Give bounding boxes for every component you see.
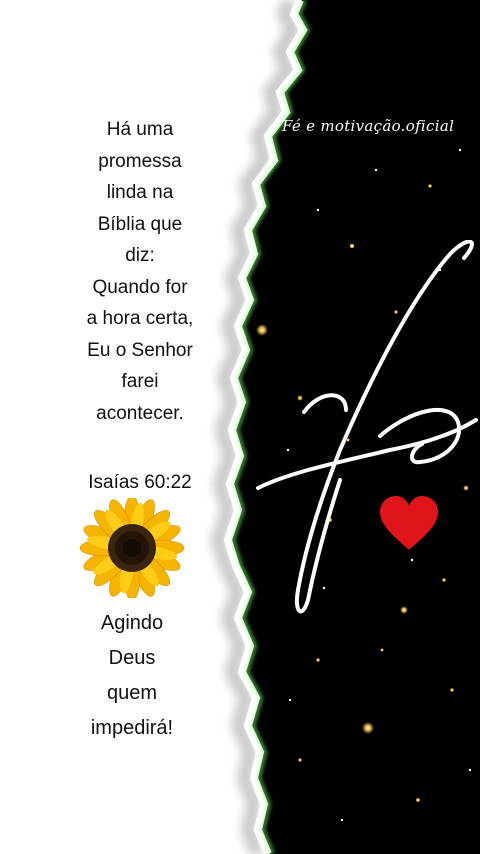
promise-text: Há uma promessa linda na Bíblia que diz:…	[40, 114, 240, 429]
promise-line: promessa	[98, 150, 182, 172]
promise-line: acontecer.	[96, 402, 184, 424]
promise-line: Há uma	[106, 119, 174, 140]
promise-line: Eu o Senhor	[87, 339, 193, 361]
closing-line: Deus	[108, 647, 156, 669]
closing-line: impedirá!	[90, 717, 174, 739]
promise-line: a hora certa,	[86, 308, 194, 329]
brand-watermark: Fé e motivação.oficial	[282, 117, 455, 135]
story-canvas: Há uma promessa linda na Bíblia que diz:…	[0, 0, 480, 854]
promise-line: diz:	[125, 245, 155, 266]
closing-text: Agindo Deus quem impedirá!	[70, 606, 194, 746]
fe-script-logo: Fé	[256, 240, 478, 614]
closing-line: Agindo	[100, 612, 164, 634]
bible-reference: Isaías 60:22	[88, 472, 192, 493]
promise-line: Bíblia que	[97, 213, 183, 235]
promise-line: linda na	[106, 182, 174, 203]
heart-icon	[380, 496, 438, 550]
promise-line: Quando for	[92, 276, 188, 298]
closing-line: quem	[106, 682, 158, 704]
promise-line: farei	[121, 371, 159, 392]
sunflower-icon	[79, 498, 185, 598]
